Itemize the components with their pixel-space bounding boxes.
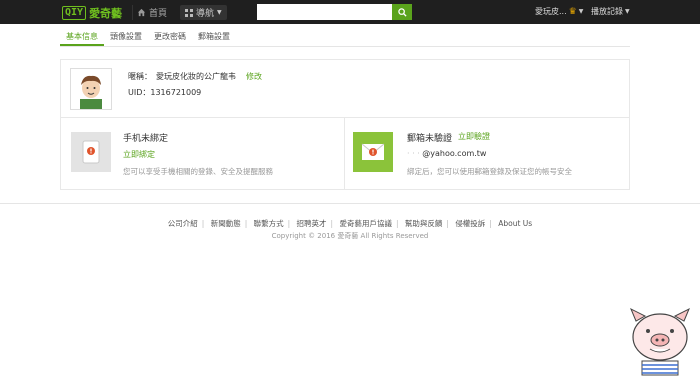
nickname-value: 愛玩皮化妝的公广龍韦 <box>156 72 236 81</box>
nickname-label: 暱稱： <box>128 72 152 81</box>
edit-nickname-link[interactable]: 修改 <box>246 71 262 82</box>
search-button[interactable] <box>392 4 412 20</box>
user-name: 愛玩皮... <box>535 7 567 16</box>
footer-link[interactable]: 新聞動態 <box>211 219 241 228</box>
nickname-row: 暱稱： 愛玩皮化妝的公广龍韦 修改 <box>128 71 262 82</box>
avatar-face-icon <box>80 75 102 109</box>
footer-link[interactable]: About Us <box>498 219 532 228</box>
tab-avatar-settings[interactable]: 頭像設置 <box>104 28 148 46</box>
email-address: · · · @yahoo.com.tw <box>407 149 486 158</box>
iqiyi-logo[interactable]: QIY 愛奇藝 <box>62 4 122 21</box>
email-address-value: @yahoo.com.tw <box>422 149 487 158</box>
footer-separator: | <box>395 219 399 228</box>
footer-separator: | <box>330 219 334 228</box>
phone-icon <box>71 132 111 172</box>
tab-email-settings[interactable]: 郵箱設置 <box>192 28 236 46</box>
mail-icon <box>353 132 393 172</box>
uid-value: 1316721009 <box>150 88 202 97</box>
search-input[interactable] <box>257 4 392 20</box>
grid-icon <box>185 8 193 17</box>
phone-title: 手机未綁定 <box>123 134 169 144</box>
phone-binding-card: 手机未綁定 立即綁定 您可以享受手機相關的登錄、安全及提醒服務 <box>61 118 345 189</box>
footer-link[interactable]: 聯繫方式 <box>254 219 284 228</box>
profile-panel: 暱稱： 愛玩皮化妝的公广龍韦 修改 UID：1316721009 <box>60 59 630 118</box>
footer-separator: | <box>244 219 248 228</box>
settings-tabs: 基本信息 頭像設置 更改密碼 郵箱設置 <box>60 28 630 47</box>
copyright-text: Copyright © 2016 愛奇藝 All Rights Reserved <box>271 232 429 240</box>
home-icon <box>137 8 146 17</box>
guide-dropdown[interactable]: 導航 ▼ <box>180 5 227 20</box>
footer-link[interactable]: 愛奇藝用戶協議 <box>339 219 392 228</box>
history-label: 播放記錄 <box>591 7 623 16</box>
crown-icon: ♛ <box>568 6 577 17</box>
footer-separator: | <box>287 219 291 228</box>
footer-links: 公司介紹 | 新聞動態 | 聯繫方式 | 招聘英才 | 愛奇藝用戶協議 | 幫助與反饋 | … <box>0 218 700 229</box>
footer-separator: | <box>489 219 492 228</box>
user-menu[interactable]: 愛玩皮... ♛ ▼ <box>535 6 583 17</box>
footer-link[interactable]: 招聘英才 <box>297 219 327 228</box>
phone-description: 您可以享受手機相關的登錄、安全及提醒服務 <box>123 167 273 176</box>
account-binding-panel: 手机未綁定 立即綁定 您可以享受手機相關的登錄、安全及提醒服務 郵箱未驗證 立即… <box>60 118 630 190</box>
top-navigation-bar: QIY 愛奇藝 首頁 導航 ▼ 愛玩皮... ♛ ▼ 播放記錄 ▼ <box>0 0 700 24</box>
email-title: 郵箱未驗證 <box>407 134 453 144</box>
chevron-down-icon: ▼ <box>578 8 584 15</box>
email-description: 綁定后，您可以使用郵箱登錄及保证您的帳号安全 <box>407 167 572 176</box>
chevron-down-icon: ▼ <box>625 8 630 15</box>
home-link[interactable]: 首頁 <box>132 5 171 20</box>
redacted-mask: · · · <box>407 149 420 158</box>
logo-mark: QIY <box>62 5 87 20</box>
bind-phone-link[interactable]: 立即綁定 <box>123 150 155 159</box>
email-status-title: 郵箱未驗證 立即驗證 <box>407 131 490 144</box>
footer-separator: | <box>446 219 449 228</box>
footer-link[interactable]: 侵權投訴 <box>455 219 485 228</box>
bind-phone-link-wrap: 立即綁定 <box>123 149 155 160</box>
footer-divider <box>0 203 700 204</box>
footer-link[interactable]: 公司介紹 <box>168 219 198 228</box>
pig-mascot-watermark <box>630 307 690 376</box>
home-label: 首頁 <box>149 9 168 19</box>
uid-label: UID： <box>128 88 151 97</box>
footer-link[interactable]: 幫助與反饋 <box>405 219 443 228</box>
logo-text: 愛奇藝 <box>89 6 123 20</box>
uid-row: UID：1316721009 <box>128 87 201 98</box>
chevron-down-icon: ▼ <box>217 9 222 16</box>
avatar[interactable] <box>70 68 112 110</box>
footer-separator: | <box>201 219 205 228</box>
guide-label: 導航 <box>196 9 215 19</box>
tab-basic-info[interactable]: 基本信息 <box>60 28 104 46</box>
tab-change-password[interactable]: 更改密碼 <box>148 28 192 46</box>
verify-email-link[interactable]: 立即驗證 <box>458 131 490 144</box>
phone-status-title: 手机未綁定 <box>123 131 168 144</box>
search-icon <box>397 7 407 17</box>
email-verification-card: 郵箱未驗證 立即驗證 · · · @yahoo.com.tw 綁定后，您可以使用… <box>345 118 629 189</box>
history-menu[interactable]: 播放記錄 ▼ <box>591 6 630 17</box>
